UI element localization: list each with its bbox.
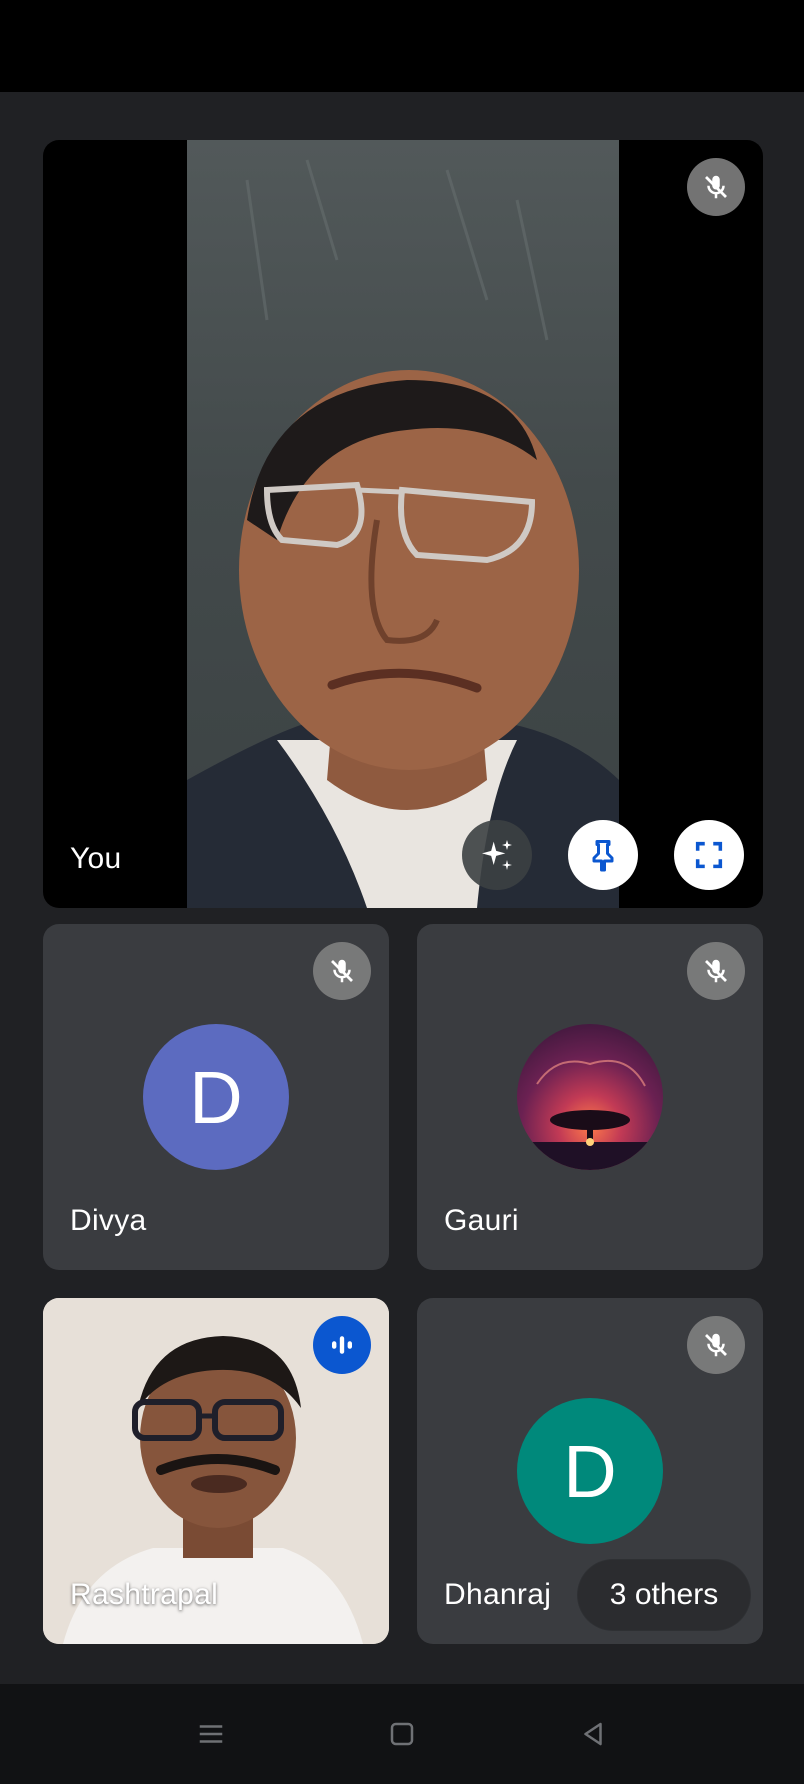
back-button[interactable]	[563, 1706, 623, 1762]
mic-off-icon	[705, 175, 727, 199]
rashtrapal-name-label: Rashtrapal	[70, 1578, 219, 1611]
dhanraj-avatar: D	[517, 1398, 663, 1544]
audio-level-icon	[332, 1336, 352, 1354]
gauri-avatar	[517, 1024, 663, 1170]
divya-mic-off-badge	[313, 942, 371, 1000]
gauri-name-label: Gauri	[444, 1204, 519, 1237]
fullscreen-icon	[695, 841, 723, 869]
divya-avatar: D	[143, 1024, 289, 1170]
self-mic-off-badge	[687, 158, 745, 216]
sparkle-icon	[482, 840, 512, 870]
divya-name-label: Divya	[70, 1204, 147, 1237]
menu-icon	[199, 1725, 223, 1743]
recents-button[interactable]	[181, 1706, 241, 1762]
participant-tile-rashtrapal[interactable]: Rashtrapal	[43, 1298, 389, 1644]
self-video-feed	[187, 140, 619, 908]
effects-button[interactable]	[462, 820, 532, 890]
pin-button[interactable]	[568, 820, 638, 890]
participant-tile-dhanraj[interactable]: D Dhanraj 3 others	[417, 1298, 763, 1644]
home-button[interactable]	[372, 1706, 432, 1762]
status-bar	[0, 0, 804, 92]
back-triangle-icon	[584, 1722, 602, 1746]
self-name-label: You	[70, 842, 122, 875]
mic-off-icon	[705, 1333, 727, 1357]
system-nav-bar	[0, 1684, 804, 1784]
self-video-tile[interactable]: You	[43, 140, 763, 908]
self-person-figure	[187, 159, 619, 908]
mic-off-icon	[331, 959, 353, 983]
others-button[interactable]: 3 others	[578, 1560, 750, 1630]
mic-off-icon	[705, 959, 727, 983]
participant-tile-divya[interactable]: D Divya	[43, 924, 389, 1270]
rashtrapal-speaking-badge	[313, 1316, 371, 1374]
pin-icon	[592, 840, 614, 872]
dhanraj-mic-off-badge	[687, 1316, 745, 1374]
square-icon	[390, 1722, 414, 1746]
dhanraj-name-label: Dhanraj	[444, 1578, 552, 1611]
participant-tile-gauri[interactable]: Gauri	[417, 924, 763, 1270]
meeting-grid: You D Divya Gauri Rashtrapal D Dhanraj 3…	[0, 92, 804, 1684]
gauri-mic-off-badge	[687, 942, 745, 1000]
tree-silhouette-image	[517, 1059, 663, 1170]
fullscreen-button[interactable]	[674, 820, 744, 890]
